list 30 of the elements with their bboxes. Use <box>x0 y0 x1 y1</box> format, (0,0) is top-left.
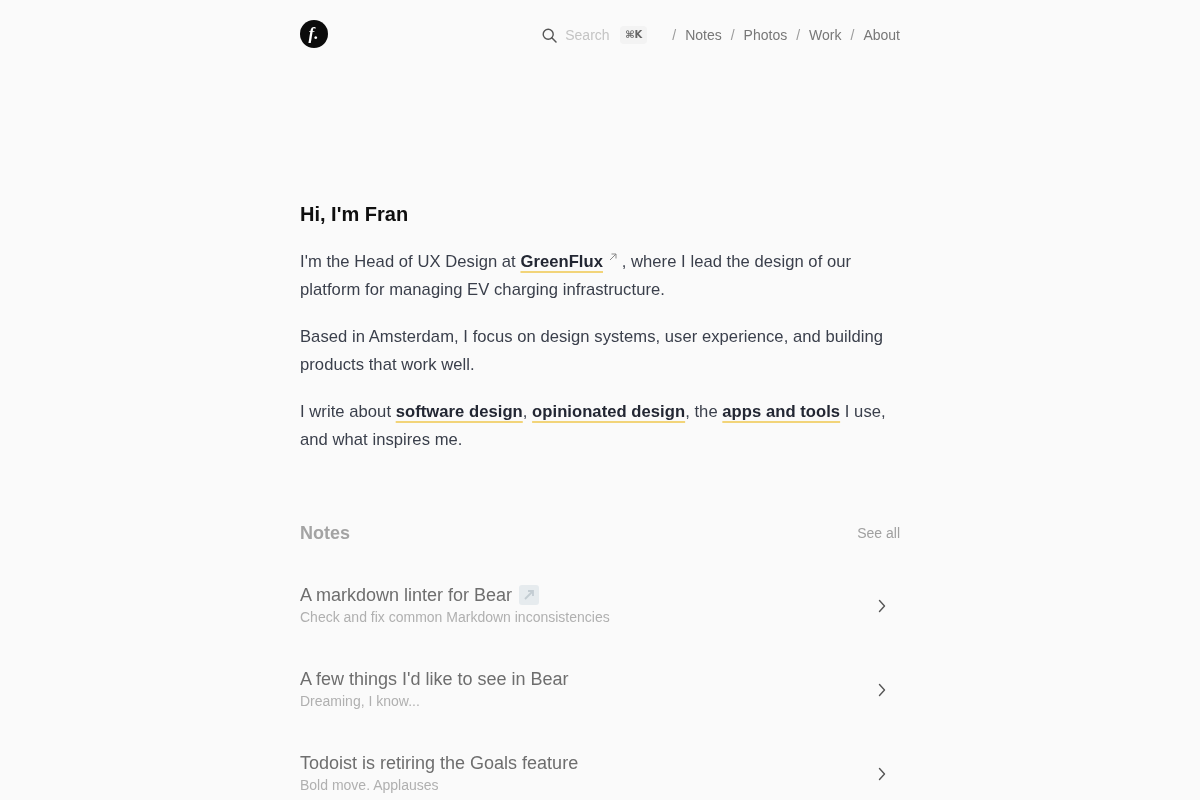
note-title[interactable]: Todoist is retiring the Goals feature <box>300 751 579 775</box>
text-link[interactable]: opinionated design <box>532 402 686 421</box>
nav-separator: / <box>850 27 855 43</box>
greeting-heading: Hi, I'm Fran <box>300 202 410 227</box>
note-subtitle: Check and fix common Markdown inconsistencies <box>300 608 610 627</box>
text-link[interactable]: apps and tools <box>722 402 841 421</box>
shortcut-key: ⌘K <box>620 26 648 44</box>
note-subtitle: Bold move. Applauses <box>300 776 440 795</box>
nav-separator: / <box>730 27 735 43</box>
note-title[interactable]: A few things I'd like to see in Bear <box>300 667 569 691</box>
nav-link[interactable]: Notes <box>685 27 722 43</box>
intro-paragraph: I write about software design, opinionated design, the apps and tools I use, and what inspires me. <box>300 401 887 451</box>
nav-separator: / <box>796 27 801 43</box>
intro-paragraph: I'm the Head of UX Design at GreenFlux , where I lead the design of our platform for managing EV charging infrastructure. <box>300 251 853 301</box>
nav-link[interactable]: Work <box>809 27 842 43</box>
search-icon[interactable] <box>542 27 558 43</box>
chevron-right-icon[interactable] <box>878 598 886 613</box>
nav-link[interactable]: About <box>863 27 900 43</box>
text-link[interactable]: GreenFlux <box>520 252 603 271</box>
text-link[interactable]: software design <box>395 402 523 421</box>
nav-separator: / <box>672 27 677 43</box>
see-all-link[interactable]: See all <box>857 523 900 543</box>
section-heading: Notes <box>300 522 350 545</box>
nav-link[interactable]: Photos <box>743 27 788 43</box>
logo[interactable]: f. <box>300 20 328 48</box>
note-subtitle: Dreaming, I know... <box>300 692 421 711</box>
intro-paragraph: Based in Amsterdam, I focus on design systems, user experience, and building products that work well. <box>300 326 885 376</box>
note-title[interactable]: A markdown linter for Bear <box>300 583 513 607</box>
chevron-right-icon[interactable] <box>878 682 886 697</box>
chevron-right-icon[interactable] <box>878 766 886 781</box>
